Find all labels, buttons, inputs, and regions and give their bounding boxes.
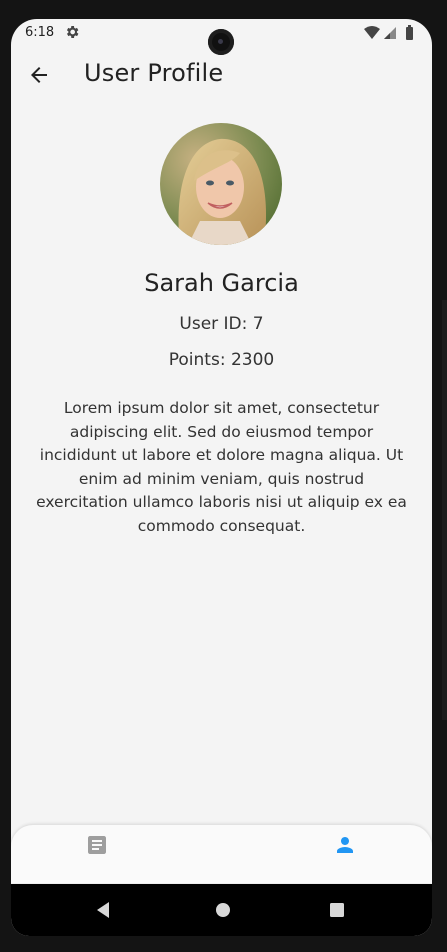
system-status-icons [364, 25, 413, 40]
signal-icon [384, 27, 396, 39]
profile-avatar [160, 123, 282, 245]
user-bio: Lorem ipsum dolor sit amet, consectetur … [36, 399, 407, 535]
person-icon[interactable] [333, 833, 357, 857]
settings-gear-icon [66, 26, 79, 38]
nav-back-icon[interactable] [93, 900, 113, 920]
battery-icon [406, 25, 413, 40]
back-arrow-icon[interactable] [27, 63, 51, 87]
status-time: 6:18 [25, 25, 55, 40]
wifi-icon [364, 26, 380, 39]
phone-screen: 6:18 User Profile Sarah Garcia User ID: … [11, 19, 432, 936]
front-camera [208, 29, 234, 55]
status-bar: 6:18 [11, 19, 432, 55]
user-id: User ID: 7 [179, 314, 264, 334]
device-frame: 6:18 User Profile Sarah Garcia User ID: … [0, 0, 447, 952]
side-button [442, 300, 447, 720]
article-icon[interactable] [85, 833, 109, 857]
user-points: Points: 2300 [168, 350, 275, 370]
app-bar: User Profile [11, 55, 432, 95]
user-name: Sarah Garcia [144, 269, 299, 297]
nav-recent-apps-icon[interactable] [327, 900, 347, 920]
bottom-navigation [11, 825, 432, 883]
system-navigation-bar [11, 884, 432, 936]
page-title: User Profile [84, 59, 224, 87]
nav-home-icon[interactable] [213, 900, 233, 920]
